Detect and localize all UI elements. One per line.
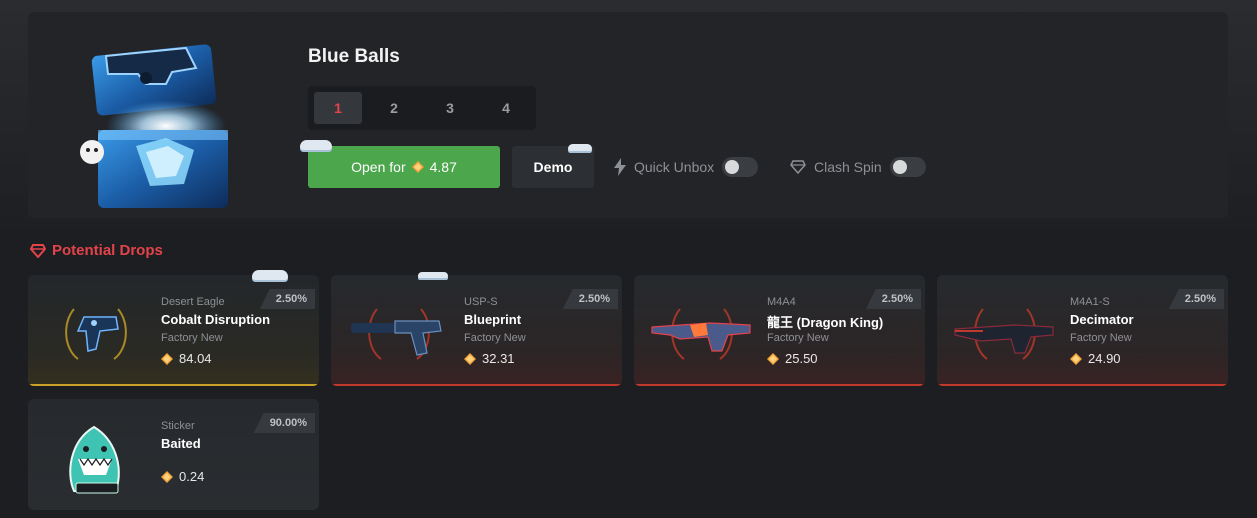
weapon-name: USP-S: [464, 296, 498, 308]
drop-chance-badge: 2.50%: [865, 289, 921, 309]
item-price: 84.04: [161, 351, 212, 366]
item-price-value: 24.90: [1088, 351, 1121, 366]
count-tab-1[interactable]: 1: [314, 92, 362, 124]
skin-name: Decimator: [1070, 312, 1134, 327]
drop-card[interactable]: 90.00% Sticker Baited 0.24: [28, 399, 319, 510]
clash-spin-toggle[interactable]: [889, 157, 926, 177]
wear-label: Factory New: [767, 332, 829, 344]
snow-cap-decoration: [252, 270, 288, 280]
weapon-name: M4A1-S: [1070, 296, 1110, 308]
rarity-indicator: [28, 384, 319, 386]
skin-name: 龍王 (Dragon King): [767, 315, 884, 330]
snow-cap-decoration: [568, 144, 592, 151]
case-panel: Blue Balls 1 2 3 4 Open for 4.87 Demo Qu…: [28, 12, 1228, 218]
weapon-name: M4A4: [767, 296, 796, 308]
demo-button[interactable]: Demo: [512, 146, 594, 188]
wear-label: Factory New: [464, 332, 526, 344]
diamond-icon: [30, 243, 46, 258]
case-illustration: [80, 44, 228, 208]
clash-spin-label: Clash Spin: [814, 159, 882, 175]
drop-card[interactable]: 2.50% USP-S Blueprint Factory New 32.31: [331, 275, 622, 386]
item-image: [954, 308, 1054, 360]
drop-card[interactable]: 2.50% M4A1-S Decimator Factory New 24.90: [937, 275, 1228, 386]
quick-unbox-label: Quick Unbox: [634, 159, 715, 175]
coin-icon: [1070, 352, 1082, 365]
coin-icon: [464, 352, 476, 365]
rarity-indicator: [634, 384, 925, 386]
skin-name: Baited: [161, 436, 201, 451]
item-image: [65, 308, 127, 360]
potential-drops-heading: Potential Drops: [30, 242, 163, 259]
coin-icon: [411, 161, 424, 173]
item-price: 25.50: [767, 351, 818, 366]
rarity-indicator: [937, 384, 1228, 386]
item-price: 24.90: [1070, 351, 1121, 366]
drop-card[interactable]: 2.50% M4A4 龍王 (Dragon King) Factory New …: [634, 275, 925, 386]
drop-chance-badge: 2.50%: [562, 289, 618, 309]
wear-label: Factory New: [161, 332, 223, 344]
snow-cap-decoration: [418, 272, 448, 278]
item-price: 32.31: [464, 351, 515, 366]
diamond-icon: [790, 160, 806, 174]
coin-icon: [161, 352, 173, 365]
item-image: [651, 308, 751, 360]
coin-icon: [161, 470, 173, 483]
drop-chance-badge: 2.50%: [1168, 289, 1224, 309]
weapon-name: Sticker: [161, 420, 195, 432]
skin-name: Blueprint: [464, 312, 522, 327]
open-case-button[interactable]: Open for 4.87: [308, 146, 500, 188]
open-price: 4.87: [429, 159, 457, 175]
count-tab-3[interactable]: 3: [426, 92, 474, 124]
clash-spin-option: Clash Spin: [790, 157, 926, 177]
drop-card[interactable]: 2.50% Desert Eagle Cobalt Disruption Fac…: [28, 275, 319, 386]
item-image: [69, 425, 120, 494]
item-price-value: 84.04: [179, 351, 212, 366]
case-title: Blue Balls: [308, 46, 400, 67]
drop-chance-badge: 2.50%: [259, 289, 315, 309]
coin-icon: [767, 352, 779, 365]
item-price-value: 0.24: [179, 469, 205, 484]
item-price: 0.24: [161, 469, 204, 484]
wear-label: Factory New: [1070, 332, 1132, 344]
quick-unbox-toggle[interactable]: [722, 157, 759, 177]
item-price-value: 32.31: [482, 351, 515, 366]
count-tab-2[interactable]: 2: [370, 92, 418, 124]
quick-unbox-option: Quick Unbox: [614, 157, 759, 177]
rarity-indicator: [331, 384, 622, 386]
case-count-tabs: 1 2 3 4: [308, 86, 536, 130]
potential-drops-label: Potential Drops: [52, 242, 163, 259]
open-label: Open for: [351, 159, 406, 175]
item-price-value: 25.50: [785, 351, 818, 366]
item-image: [351, 308, 442, 360]
snow-cap-decoration: [300, 140, 332, 150]
lightning-icon: [614, 158, 626, 176]
drop-chance-badge: 90.00%: [253, 413, 315, 433]
skin-name: Cobalt Disruption: [161, 312, 271, 327]
count-tab-4[interactable]: 4: [482, 92, 530, 124]
weapon-name: Desert Eagle: [161, 296, 225, 308]
